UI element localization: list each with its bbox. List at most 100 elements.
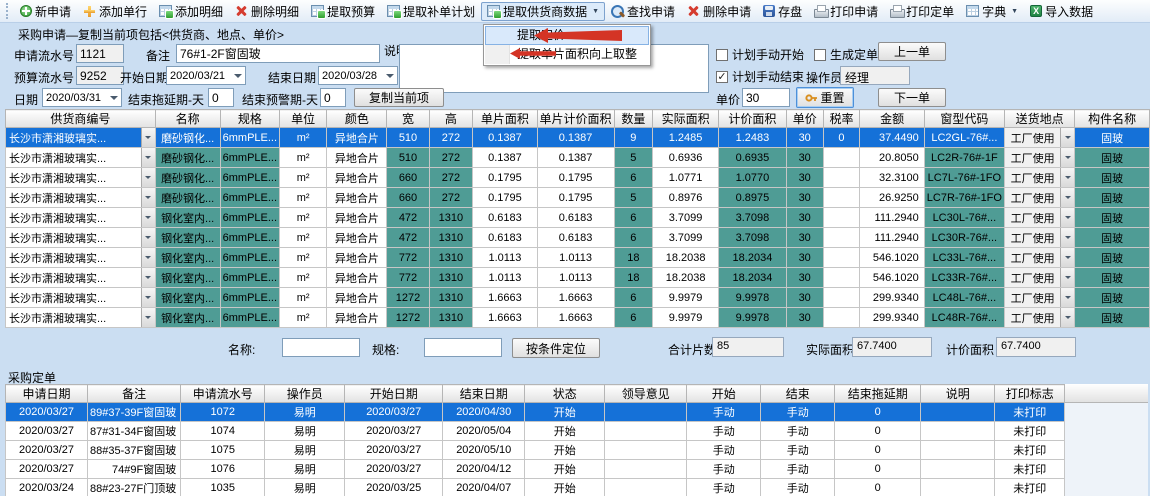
cell-piece-priced-area[interactable]: 0.1387 — [537, 128, 614, 148]
cell-spec[interactable]: 6mmPLE... — [220, 228, 279, 248]
cell-name[interactable]: 磨砂钢化... — [155, 128, 220, 148]
cell-piece-priced-area[interactable]: 1.0113 — [537, 268, 614, 288]
table-row[interactable]: 长沙市潇湘玻璃实...磨砂钢化...6mmPLE...m²异地合片5102720… — [6, 128, 1150, 148]
checkbox-box[interactable]: ✓ — [716, 71, 728, 83]
cell-color[interactable]: 异地合片 — [327, 208, 387, 228]
cell-unit[interactable]: m² — [280, 228, 327, 248]
cell-unit-price[interactable]: 30 — [786, 228, 823, 248]
cell-supplier[interactable]: 长沙市潇湘玻璃实... — [6, 308, 156, 328]
cell-status[interactable]: 开始 — [525, 441, 605, 460]
chevron-down-icon[interactable] — [1060, 268, 1074, 287]
cell-unit-price[interactable]: 30 — [786, 188, 823, 208]
cell-color[interactable]: 异地合片 — [327, 288, 387, 308]
toolbar-button-find-request[interactable]: 查找申请 — [605, 2, 681, 21]
cell-print-flag[interactable]: 未打印 — [995, 422, 1065, 441]
cell-unit[interactable]: m² — [280, 268, 327, 288]
cell-print-flag[interactable]: 未打印 — [995, 460, 1065, 479]
column-header-color[interactable]: 颜色 — [327, 110, 387, 128]
cell-window-code[interactable]: LC2GL-76#... — [924, 128, 1004, 148]
cell-start-date[interactable]: 2020/03/27 — [345, 422, 443, 441]
cell-amount[interactable]: 20.8050 — [860, 148, 924, 168]
toolbar-button-add-row[interactable]: 添加单行 — [77, 2, 153, 21]
cell-end-delay[interactable]: 0 — [835, 460, 921, 479]
cell-end[interactable]: 手动 — [761, 441, 835, 460]
cell-supplier[interactable]: 长沙市潇湘玻璃实... — [6, 268, 156, 288]
cell-note[interactable] — [921, 479, 995, 496]
cell-window-code[interactable]: LC2R-76#-1F — [924, 148, 1004, 168]
cell-piece-priced-area[interactable]: 0.6183 — [537, 228, 614, 248]
cell-tax[interactable] — [823, 228, 860, 248]
cell-piece-area[interactable]: 1.0113 — [473, 248, 537, 268]
cell-qty[interactable]: 18 — [614, 248, 653, 268]
chevron-down-icon[interactable] — [1060, 168, 1074, 187]
cell-priced-area[interactable]: 3.7098 — [719, 208, 787, 228]
cell-unit-price[interactable]: 30 — [786, 268, 823, 288]
cell-priced-area[interactable]: 18.2034 — [719, 248, 787, 268]
toolbar-button-dictionary[interactable]: 字典▼ — [960, 2, 1024, 21]
cell-supplier[interactable]: 长沙市潇湘玻璃实... — [6, 288, 156, 308]
cell-qty[interactable]: 5 — [614, 148, 653, 168]
cell-delivery[interactable]: 工厂使用 — [1004, 268, 1074, 288]
cell-actual-area[interactable]: 9.9979 — [653, 288, 719, 308]
cell-delivery[interactable]: 工厂使用 — [1004, 188, 1074, 208]
toolbar-button-add-detail[interactable]: 添加明细 — [153, 2, 229, 21]
cell-supplier[interactable]: 长沙市潇湘玻璃实... — [6, 148, 156, 168]
cell-piece-area[interactable]: 1.0113 — [473, 268, 537, 288]
table-row[interactable]: 长沙市潇湘玻璃实...磨砂钢化...6mmPLE...m²异地合片5102720… — [6, 148, 1150, 168]
column-header-tax[interactable]: 税率 — [823, 110, 860, 128]
table-row[interactable]: 2020/03/2789#37-39F窗固玻1072易明2020/03/2720… — [6, 403, 1065, 422]
chevron-down-icon[interactable] — [107, 89, 121, 106]
cell-end-delay[interactable]: 0 — [835, 479, 921, 496]
cell-end-delay[interactable]: 0 — [835, 403, 921, 422]
toolbar-button-import-data[interactable]: 导入数据 — [1024, 2, 1099, 21]
cell-actual-area[interactable]: 1.0771 — [653, 168, 719, 188]
table-row[interactable]: 长沙市潇湘玻璃实...磨砂钢化...6mmPLE...m²异地合片6602720… — [6, 188, 1150, 208]
cell-delivery[interactable]: 工厂使用 — [1004, 308, 1074, 328]
cell-window-code[interactable]: LC30R-76#... — [924, 228, 1004, 248]
chevron-down-icon[interactable] — [1060, 148, 1074, 167]
cell-window-code[interactable]: LC33R-76#... — [924, 268, 1004, 288]
cell-actual-area[interactable]: 9.9979 — [653, 308, 719, 328]
toolbar-button-extract-supplement-plan[interactable]: 提取补单计划 — [381, 2, 481, 21]
cell-priced-area[interactable]: 3.7098 — [719, 228, 787, 248]
cell-tax[interactable] — [823, 288, 860, 308]
chevron-down-icon[interactable] — [141, 148, 155, 167]
cell-status[interactable]: 开始 — [525, 403, 605, 422]
cell-remark[interactable]: 87#31-34F窗固玻 — [88, 422, 181, 441]
chevron-down-icon[interactable] — [141, 168, 155, 187]
cell-amount[interactable]: 37.4490 — [860, 128, 924, 148]
table-row[interactable]: 2020/03/2774#9F窗固玻1076易明2020/03/272020/0… — [6, 460, 1065, 479]
cell-priced-area[interactable]: 0.6935 — [719, 148, 787, 168]
column-header-supplier[interactable]: 供货商编号 — [6, 110, 156, 128]
cell-name[interactable]: 钢化室内... — [155, 228, 220, 248]
column-header-piece-priced-area[interactable]: 单片计价面积 — [537, 110, 614, 128]
cell-color[interactable]: 异地合片 — [327, 228, 387, 248]
cell-actual-area[interactable]: 3.7099 — [653, 208, 719, 228]
cell-piece-priced-area[interactable]: 1.6663 — [537, 288, 614, 308]
cell-width[interactable]: 772 — [387, 268, 429, 288]
cell-piece-area[interactable]: 0.6183 — [473, 208, 537, 228]
cell-width[interactable]: 772 — [387, 248, 429, 268]
cell-start-date[interactable]: 2020/03/27 — [345, 460, 443, 479]
cell-window-code[interactable]: LC48R-76#... — [924, 308, 1004, 328]
column-header-remark[interactable]: 备注 — [88, 385, 181, 403]
cell-piece-area[interactable]: 0.6183 — [473, 228, 537, 248]
cell-end-date[interactable]: 2020/05/10 — [443, 441, 525, 460]
cell-leader-opinion[interactable] — [605, 460, 687, 479]
cell-tax[interactable]: 0 — [823, 128, 860, 148]
toolbar-button-print-request[interactable]: 打印申请 — [808, 2, 884, 21]
cell-tax[interactable] — [823, 168, 860, 188]
toolbar-button-extract-supplier-data[interactable]: 提取供货商数据▼ — [481, 2, 605, 21]
column-header-piece-area[interactable]: 单片面积 — [473, 110, 537, 128]
cell-unit[interactable]: m² — [280, 308, 327, 328]
cell-unit[interactable]: m² — [280, 168, 327, 188]
cell-spec[interactable]: 6mmPLE... — [220, 308, 279, 328]
cell-width[interactable]: 472 — [387, 208, 429, 228]
cell-component[interactable]: 固玻 — [1075, 288, 1150, 308]
copy-current-button[interactable]: 复制当前项 — [354, 88, 444, 107]
cell-unit[interactable]: m² — [280, 148, 327, 168]
cell-delivery[interactable]: 工厂使用 — [1004, 128, 1074, 148]
table-row[interactable]: 长沙市潇湘玻璃实...钢化室内...6mmPLE...m²异地合片7721310… — [6, 268, 1150, 288]
cell-operator[interactable]: 易明 — [265, 422, 345, 441]
cell-apply-no[interactable]: 1075 — [181, 441, 265, 460]
